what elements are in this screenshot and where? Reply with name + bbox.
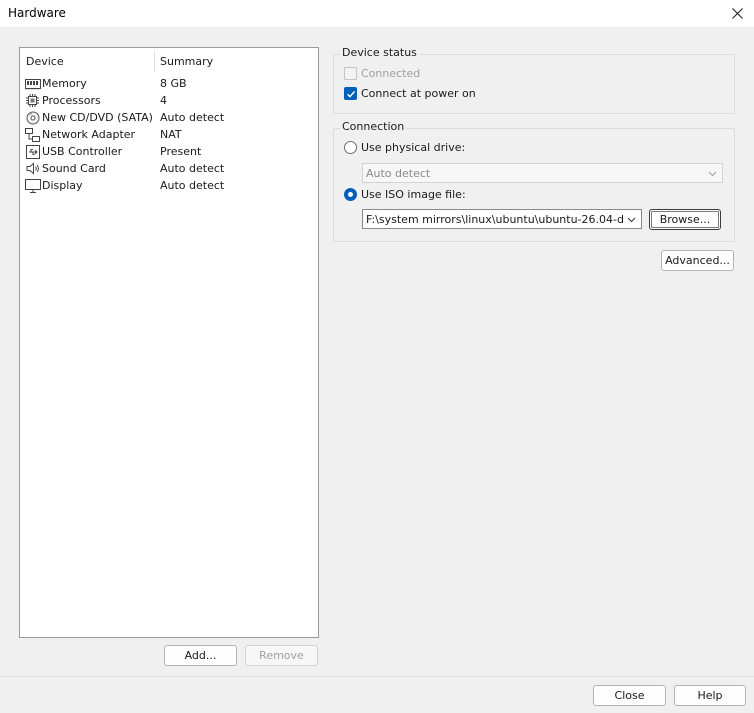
connected-checkbox[interactable]: Connected [344, 67, 420, 80]
device-name: Processors [42, 94, 101, 107]
use-iso-image-radio[interactable]: Use ISO image file: [344, 188, 466, 201]
usb-icon [24, 144, 41, 159]
device-summary: Auto detect [160, 162, 225, 175]
add-device-button[interactable]: Add... [164, 645, 237, 666]
chevron-down-icon [627, 217, 636, 223]
device-status-group: Device status [333, 46, 735, 114]
device-name: USB Controller [42, 145, 123, 158]
memory-icon [24, 76, 41, 91]
use-physical-drive-radio[interactable]: Use physical drive: [344, 141, 465, 154]
monitor-icon [24, 178, 41, 193]
network-adapter-icon [24, 127, 41, 142]
remove-device-button[interactable]: Remove [245, 645, 318, 666]
advanced-button[interactable]: Advanced... [661, 250, 734, 271]
device-name: Sound Card [42, 162, 106, 175]
device-summary: NAT [160, 128, 182, 141]
column-header-summary[interactable]: Summary [160, 56, 213, 76]
checkmark-icon [346, 90, 355, 98]
close-icon [731, 7, 743, 19]
device-row-memory[interactable]: Memory 8 GB [24, 75, 316, 92]
column-header-device[interactable]: Device [26, 56, 64, 76]
power-on-label: Connect at power on [361, 87, 476, 100]
processor-icon [24, 93, 41, 108]
connected-label: Connected [361, 67, 421, 80]
connection-label: Connection [340, 120, 407, 133]
device-summary: Auto detect [160, 179, 225, 192]
device-row-usb-controller[interactable]: USB Controller Present [24, 143, 316, 160]
physical-drive-select[interactable]: Auto detect [362, 163, 723, 183]
close-button[interactable]: Close [593, 685, 666, 706]
device-summary: 8 GB [160, 77, 187, 90]
connect-at-power-on-checkbox[interactable]: Connect at power on [344, 87, 476, 100]
physical-radio-circle [344, 141, 357, 154]
device-list[interactable]: Device Summary Memory 8 GB Processors 4 … [19, 47, 319, 638]
iso-path-combobox[interactable]: F:\system mirrors\linux\ubuntu\ubuntu-26… [362, 209, 642, 229]
device-row-cd-dvd[interactable]: New CD/DVD (SATA) Auto detect [24, 109, 316, 126]
power-on-box [344, 87, 357, 100]
browse-button[interactable]: Browse... [649, 209, 721, 230]
device-rows: Memory 8 GB Processors 4 New CD/DVD (SAT… [24, 75, 316, 194]
cd-dvd-icon [24, 110, 41, 125]
connected-box [344, 67, 357, 80]
column-separator[interactable] [154, 50, 155, 72]
device-summary: Auto detect [160, 111, 225, 124]
title-bar: Hardware [0, 0, 754, 28]
help-button[interactable]: Help [674, 685, 746, 706]
device-row-display[interactable]: Display Auto detect [24, 177, 316, 194]
iso-path-value: F:\system mirrors\linux\ubuntu\ubuntu-26… [366, 212, 624, 226]
chevron-down-icon [708, 171, 717, 177]
close-window-button[interactable] [726, 2, 748, 24]
speaker-icon [24, 161, 41, 176]
physical-drive-value: Auto detect [366, 166, 431, 180]
device-name: Network Adapter [42, 128, 136, 141]
device-row-processors[interactable]: Processors 4 [24, 92, 316, 109]
device-summary: 4 [160, 94, 167, 107]
device-summary: Present [160, 145, 202, 158]
physical-drive-label: Use physical drive: [361, 141, 466, 154]
device-name: Memory [42, 77, 87, 90]
iso-radio-circle [344, 188, 357, 201]
device-name: Display [42, 179, 83, 192]
device-name: New CD/DVD (SATA) [42, 111, 153, 124]
device-row-sound-card[interactable]: Sound Card Auto detect [24, 160, 316, 177]
device-row-network-adapter[interactable]: Network Adapter NAT [24, 126, 316, 143]
iso-image-label: Use ISO image file: [361, 188, 466, 201]
window-title: Hardware [8, 6, 66, 20]
device-status-label: Device status [340, 46, 419, 59]
